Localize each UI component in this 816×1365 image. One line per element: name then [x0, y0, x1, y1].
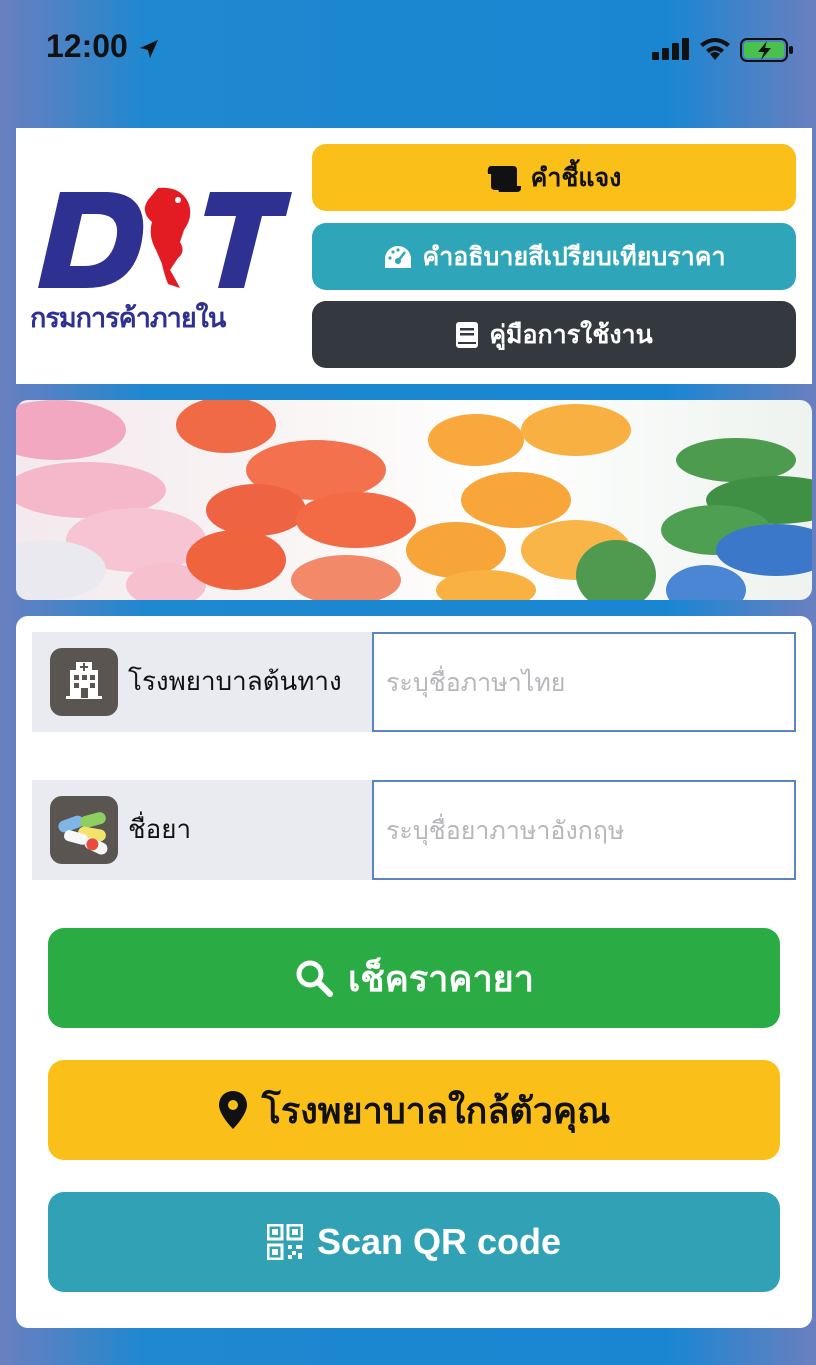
header-card: กรมการค้าภายใน คำชี้แจง คำอธิบายสีเปรียบ… — [16, 128, 812, 384]
instructions-label: คำชี้แจง — [530, 162, 622, 192]
hospital-icon — [50, 648, 118, 716]
check-price-label: เช็คราคายา — [348, 958, 534, 1000]
status-bar: 12:00 — [0, 0, 816, 100]
wifi-icon — [700, 38, 730, 60]
drug-label: ชื่อยา — [128, 815, 192, 845]
pills-photo — [16, 400, 812, 600]
map-pin-icon — [218, 1091, 247, 1129]
check-price-button[interactable]: เช็คราคายา — [48, 928, 780, 1028]
search-form-card: โรงพยาบาลต้นทาง ชื่อยา เช็คราคายา — [16, 616, 812, 1328]
pills-banner-image — [16, 400, 812, 600]
drug-input[interactable] — [372, 780, 796, 880]
price-color-legend-label: คำอธิบายสีเปรียบเทียบราคา — [422, 241, 726, 271]
price-color-legend-button[interactable]: คำอธิบายสีเปรียบเทียบราคา — [312, 223, 796, 290]
scan-qr-button[interactable]: Scan QR code — [48, 1192, 780, 1292]
signal-icon — [652, 38, 689, 60]
book-icon — [456, 321, 479, 348]
nearby-hospital-label: โรงพยาบาลใกล้ตัวคุณ — [261, 1090, 611, 1132]
qr-code-icon — [266, 1224, 303, 1260]
hospital-input[interactable] — [372, 632, 796, 732]
user-manual-button[interactable]: คู่มือการใช้งาน — [312, 301, 796, 368]
search-icon — [296, 960, 333, 997]
speedometer-icon — [384, 245, 411, 268]
location-arrow-icon — [140, 40, 158, 58]
battery-icon — [740, 38, 793, 62]
nearby-hospital-button[interactable]: โรงพยาบาลใกล้ตัวคุณ — [48, 1060, 780, 1160]
hospital-field-row: โรงพยาบาลต้นทาง — [32, 632, 796, 732]
clock: 12:00 — [46, 28, 128, 64]
pills-icon — [50, 796, 118, 864]
logo-subtitle: กรมการค้าภายใน — [30, 303, 226, 334]
scroll-icon — [487, 165, 521, 192]
instructions-button[interactable]: คำชี้แจง — [312, 144, 796, 211]
drug-field-row: ชื่อยา — [32, 780, 796, 880]
hospital-label: โรงพยาบาลต้นทาง — [128, 667, 342, 697]
user-manual-label: คู่มือการใช้งาน — [489, 319, 653, 349]
scan-qr-label: Scan QR code — [316, 1221, 562, 1262]
